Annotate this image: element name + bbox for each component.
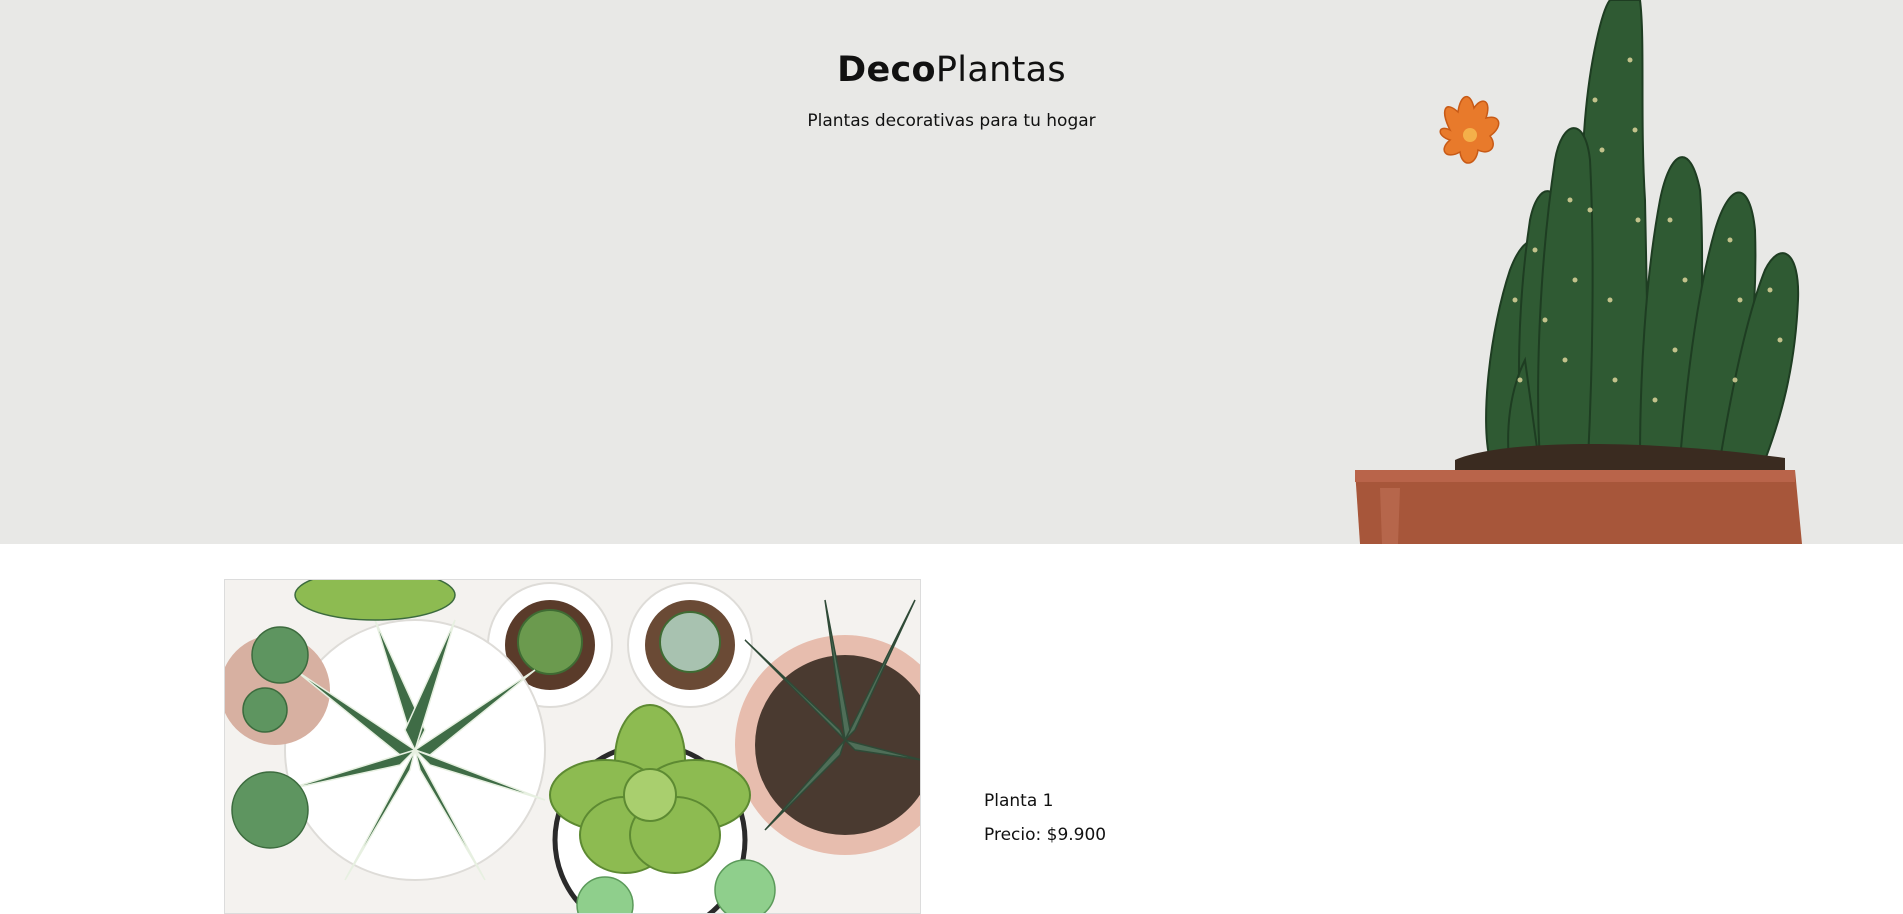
product-price: Precio: $9.900 <box>984 825 1107 845</box>
product-name[interactable]: Planta 1 <box>984 784 1106 818</box>
potted-cactus-icon <box>1355 0 1802 544</box>
product-section: Planta 1 Precio: $9.900 <box>0 544 1903 914</box>
succulents-icon <box>225 580 920 913</box>
product-info: Planta 1 Precio: $9.900 <box>984 784 1106 852</box>
product-image[interactable] <box>224 579 921 914</box>
hero-banner: DecoPlantas Plantas decorativas para tu … <box>0 0 1903 544</box>
brand-logo-light: Plantas <box>935 50 1066 90</box>
brand-logo-bold: Deco <box>837 50 936 90</box>
